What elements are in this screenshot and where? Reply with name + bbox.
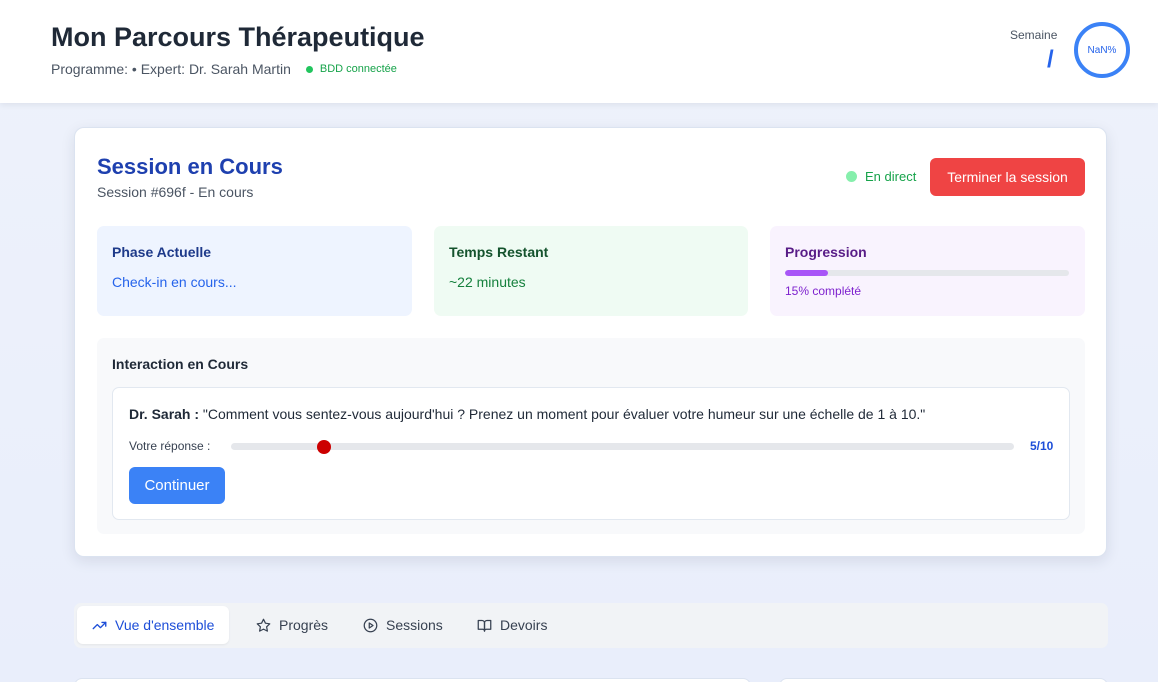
week-label: Semaine: [1010, 28, 1058, 42]
mood-slider-thumb[interactable]: [317, 439, 332, 454]
time-value: ~22 minutes: [449, 274, 526, 290]
phase-value: Check-in en cours...: [112, 274, 237, 290]
tab-homework[interactable]: Devoirs: [477, 606, 547, 644]
week-value: /: [1047, 46, 1054, 73]
tab-progress-label: Progrès: [279, 617, 329, 633]
session-subtitle: Session #696f - En cours: [97, 184, 254, 200]
week-progress-ring: NaN%: [1074, 22, 1130, 78]
tab-homework-label: Devoirs: [500, 617, 548, 633]
end-session-button[interactable]: Terminer la session: [930, 158, 1085, 196]
tab-progress[interactable]: Progrès: [256, 606, 328, 644]
star-icon: [256, 618, 271, 632]
tab-sessions-label: Sessions: [386, 617, 443, 633]
app-header: Mon Parcours Thérapeutique Programme: • …: [0, 0, 1158, 103]
session-card: Session en Cours Session #696f - En cour…: [74, 127, 1107, 557]
week-progress-percent: NaN%: [1087, 44, 1117, 56]
time-card: Temps Restant ~22 minutes: [434, 226, 748, 316]
live-dot-icon: [846, 171, 857, 182]
tab-overview[interactable]: Vue d'ensemble: [77, 606, 230, 644]
progress-bar-fill: [785, 270, 828, 276]
program-expert-text: Programme: • Expert: Dr. Sarah Martin: [51, 61, 291, 77]
progress-card: Progression 15% complété: [770, 226, 1085, 316]
question-body: "Comment vous sentez-vous aujourd'hui ? …: [202, 406, 926, 422]
page-title: Mon Parcours Thérapeutique: [51, 22, 425, 52]
program-info: Programme: • Expert: Dr. Sarah Martin BD…: [51, 61, 397, 77]
tab-bar: Vue d'ensemble Progrès Sessions Devoirs: [74, 603, 1108, 648]
question-speaker: Dr. Sarah :: [129, 406, 200, 422]
mood-slider[interactable]: [231, 439, 1014, 454]
db-status-text: BDD connectée: [319, 63, 397, 75]
mood-slider-value: 5/10: [1030, 439, 1054, 453]
tab-sessions[interactable]: Sessions: [363, 606, 443, 644]
interaction-panel: Interaction en Cours Dr. Sarah : "Commen…: [97, 338, 1085, 534]
trending-up-icon: [92, 621, 107, 629]
continue-button[interactable]: Continuer: [129, 467, 225, 504]
db-status-dot: [305, 65, 313, 73]
play-circle-icon: [363, 618, 378, 632]
tab-overview-label: Vue d'ensemble: [115, 617, 215, 633]
live-indicator: En direct: [846, 169, 916, 184]
phase-card: Phase Actuelle Check-in en cours...: [97, 226, 412, 316]
progress-title: Progression: [785, 244, 867, 260]
content-card-left: [74, 678, 751, 682]
question-text: Dr. Sarah : "Comment vous sentez-vous au…: [129, 406, 925, 422]
content-card-right: [779, 678, 1108, 682]
progress-bar: [785, 270, 1069, 276]
question-box: Dr. Sarah : "Comment vous sentez-vous au…: [112, 387, 1070, 520]
session-title: Session en Cours: [97, 154, 283, 179]
progress-text: 15% complété: [785, 284, 862, 298]
live-label: En direct: [865, 169, 917, 184]
book-open-icon: [477, 619, 492, 632]
phase-title: Phase Actuelle: [112, 244, 212, 260]
response-label: Votre réponse :: [129, 439, 211, 453]
time-title: Temps Restant: [449, 244, 549, 260]
interaction-title: Interaction en Cours: [112, 356, 249, 372]
